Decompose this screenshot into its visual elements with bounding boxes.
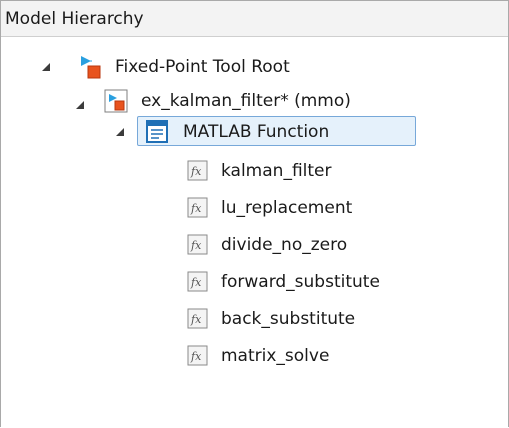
- tree-label-model: ex_kalman_filter* (mmo): [141, 91, 351, 111]
- panel-title: Model Hierarchy: [1, 1, 508, 37]
- fx-icon: fx: [187, 308, 208, 329]
- svg-text:fx: fx: [190, 313, 202, 326]
- function-label: forward_substitute: [221, 272, 380, 292]
- collapse-triangle-icon[interactable]: [115, 127, 125, 137]
- function-label: lu_replacement: [221, 198, 353, 218]
- model-hierarchy-panel: Model Hierarchy Fixed-Point Tool Root ex…: [0, 0, 509, 427]
- fx-icon: fx: [187, 234, 208, 255]
- collapse-triangle-icon[interactable]: [75, 100, 85, 110]
- fx-icon: fx: [187, 160, 208, 181]
- model-root-icon: [81, 56, 101, 79]
- function-label: kalman_filter: [221, 161, 332, 181]
- svg-text:fx: fx: [190, 202, 202, 215]
- tree-label-root: Fixed-Point Tool Root: [115, 57, 290, 77]
- fx-icon: fx: [187, 271, 208, 292]
- simulink-model-icon: [104, 89, 128, 113]
- function-label: matrix_solve: [221, 346, 330, 366]
- svg-text:fx: fx: [190, 276, 202, 289]
- function-label: divide_no_zero: [221, 235, 348, 255]
- svg-text:fx: fx: [190, 165, 202, 178]
- collapse-triangle-icon[interactable]: [41, 62, 51, 72]
- tree-label-matlab-function: MATLAB Function: [183, 122, 330, 142]
- matlab-function-block-icon: [146, 120, 168, 143]
- svg-text:fx: fx: [190, 350, 202, 363]
- svg-text:fx: fx: [190, 239, 202, 252]
- fx-icon: fx: [187, 345, 208, 366]
- function-label: back_substitute: [221, 309, 356, 329]
- fx-icon: fx: [187, 197, 208, 218]
